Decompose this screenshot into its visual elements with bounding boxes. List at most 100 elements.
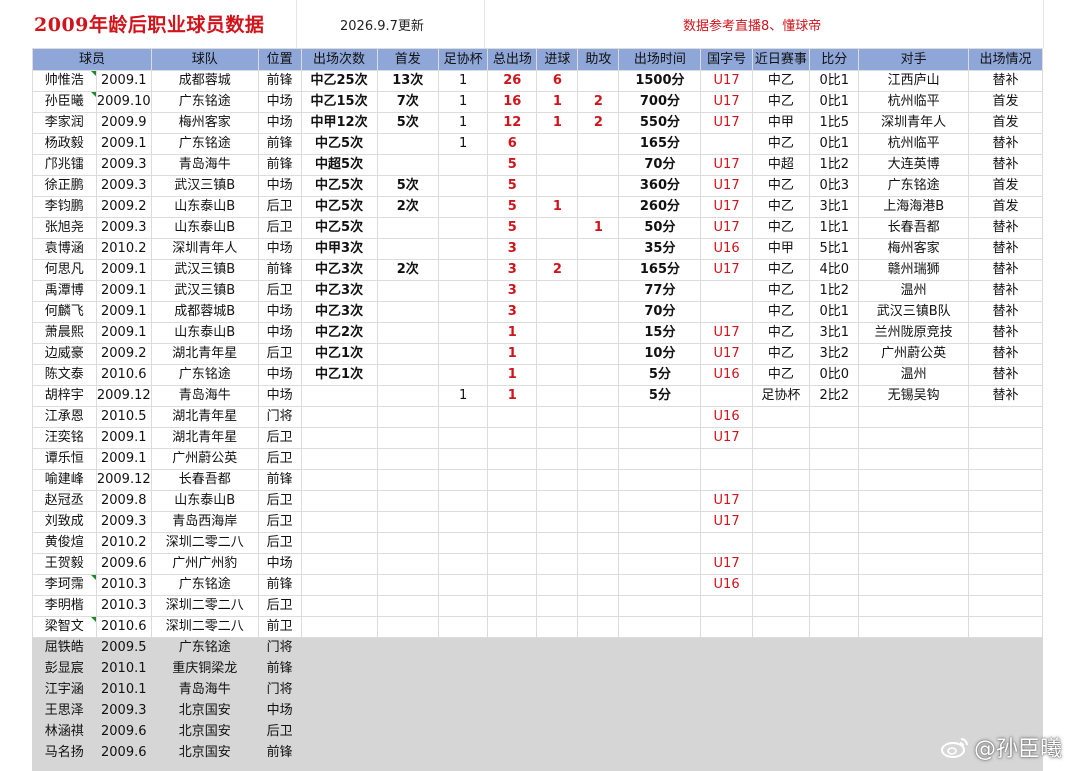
team-name-cell: 湖北青年星 (150, 343, 259, 365)
appearances-cell: 中乙5次 (300, 196, 378, 218)
fa-cup-apps-cell (438, 448, 489, 470)
col-header-assists: 助攻 (577, 48, 620, 71)
starts-cell (376, 553, 440, 575)
starts-cell (376, 280, 440, 302)
team-name-cell: 青岛西海岸 (150, 511, 259, 533)
player-name-cell: 谭乐恒 (32, 448, 97, 470)
birth-date-cell: 2009.5 (95, 637, 152, 659)
national-youth-cell (700, 679, 753, 701)
appearances-cell: 中甲3次 (300, 238, 378, 260)
fa-cup-apps-cell (438, 175, 489, 197)
birth-date-cell: 2010.5 (95, 406, 152, 428)
goals-cell (536, 427, 579, 449)
fa-cup-apps-cell (438, 490, 489, 512)
status-cell (968, 406, 1043, 428)
total-apps-cell: 1 (487, 322, 538, 344)
starts-cell (376, 721, 440, 743)
status-cell (968, 679, 1043, 701)
player-name-cell: 李家润 (32, 112, 97, 134)
minutes-cell: 70分 (618, 154, 702, 176)
player-name-cell: 杨政毅 (32, 133, 97, 155)
col-header-appearances: 出场次数 (300, 48, 378, 71)
player-name-cell: 陈文泰 (32, 364, 97, 386)
assists-cell (577, 343, 620, 365)
score-cell (809, 679, 860, 701)
position-cell: 后卫 (257, 490, 302, 512)
opponent-cell (858, 406, 970, 428)
team-name-cell: 山东泰山B (150, 217, 259, 239)
national-youth-cell: U17 (700, 343, 753, 365)
appearances-cell: 中超5次 (300, 154, 378, 176)
minutes-cell (618, 679, 702, 701)
score-cell (809, 637, 860, 659)
national-youth-cell (700, 700, 753, 722)
birth-date-cell: 2009.1 (95, 322, 152, 344)
total-apps-cell (487, 700, 538, 722)
fa-cup-apps-cell (438, 301, 489, 323)
position-cell: 中场 (257, 175, 302, 197)
appearances-cell (300, 616, 378, 638)
recent-match-cell (751, 658, 811, 680)
assists-cell (577, 385, 620, 407)
recent-match-cell (751, 490, 811, 512)
divider (1043, 0, 1044, 48)
player-name-cell: 萧晨熙 (32, 322, 97, 344)
score-cell (809, 469, 860, 491)
total-apps-cell (487, 448, 538, 470)
appearances-cell: 中乙5次 (300, 217, 378, 239)
table-row: 江宇涵 2010.1 青岛海牛 门将 (32, 679, 1043, 701)
header-row: 球员 球队 位置 出场次数 首发 足协杯 总出场 进球 助攻 出场时间 国字号 … (32, 48, 1043, 71)
assists-cell (577, 301, 620, 323)
goals-cell (536, 406, 579, 428)
score-cell: 4比0 (809, 259, 860, 281)
fa-cup-apps-cell (438, 322, 489, 344)
national-youth-cell (700, 721, 753, 743)
title-row: 2009年龄后职业球员数据 2026.9.7更新 数据参考直播8、懂球帝 (0, 0, 1044, 48)
player-name-cell: 胡梓宇 (32, 385, 97, 407)
fa-cup-apps-cell (438, 259, 489, 281)
minutes-cell: 5分 (618, 364, 702, 386)
starts-cell (376, 238, 440, 260)
score-cell: 5比1 (809, 238, 860, 260)
total-apps-cell: 5 (487, 196, 538, 218)
recent-match-cell (751, 406, 811, 428)
opponent-cell (858, 616, 970, 638)
player-name-cell: 帅惟浩 (32, 70, 97, 92)
player-name-cell: 刘致成 (32, 511, 97, 533)
opponent-cell: 上海海港B (858, 196, 970, 218)
goals-cell (536, 175, 579, 197)
team-name-cell: 成都蓉城B (150, 301, 259, 323)
fa-cup-apps-cell (438, 700, 489, 722)
total-apps-cell (487, 595, 538, 617)
starts-cell (376, 679, 440, 701)
minutes-cell: 1500分 (618, 70, 702, 92)
appearances-cell: 中乙25次 (300, 70, 378, 92)
opponent-cell: 温州 (858, 280, 970, 302)
appearances-cell: 中乙5次 (300, 133, 378, 155)
status-cell (968, 700, 1043, 722)
score-cell (809, 406, 860, 428)
total-apps-cell (487, 553, 538, 575)
birth-date-cell: 2009.2 (95, 343, 152, 365)
col-header-recent-match: 近日赛事 (751, 48, 811, 71)
score-cell (809, 574, 860, 596)
table-row: 袁博涵 2010.2 深圳青年人 中场 中甲3次 3 35分 U16 中甲 5比1 梅州客家 替补 (32, 238, 1043, 260)
fa-cup-apps-cell (438, 574, 489, 596)
assists-cell (577, 427, 620, 449)
national-youth-cell: U17 (700, 322, 753, 344)
appearances-cell (300, 658, 378, 680)
status-cell: 替补 (968, 364, 1043, 386)
fa-cup-apps-cell (438, 658, 489, 680)
team-name-cell: 广东铭途 (150, 574, 259, 596)
update-date: 2026.9.7更新 (340, 19, 424, 34)
team-name-cell: 长春吾都 (150, 469, 259, 491)
goals-cell (536, 553, 579, 575)
status-cell (968, 595, 1043, 617)
total-apps-cell (487, 637, 538, 659)
appearances-cell: 中乙15次 (300, 91, 378, 113)
opponent-cell (858, 574, 970, 596)
fa-cup-apps-cell (438, 154, 489, 176)
recent-match-cell: 中乙 (751, 364, 811, 386)
total-apps-cell: 1 (487, 385, 538, 407)
recent-match-cell: 中乙 (751, 70, 811, 92)
